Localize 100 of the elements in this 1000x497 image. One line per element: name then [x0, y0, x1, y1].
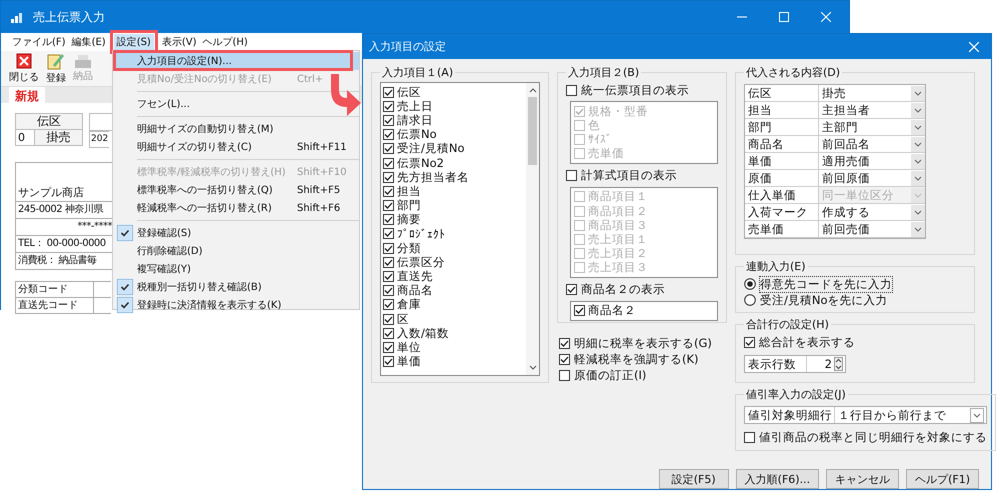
- radio-button[interactable]: [744, 278, 756, 290]
- scrollbar[interactable]: [526, 83, 539, 375]
- scroll-down-icon[interactable]: [528, 365, 536, 370]
- checkbox-option[interactable]: 総合計を表示する: [744, 334, 966, 350]
- menu-item[interactable]: 表示(V): [158, 34, 200, 50]
- list-item[interactable]: 入数/箱数: [383, 326, 524, 340]
- checkbox[interactable]: [383, 86, 394, 98]
- checkbox[interactable]: [383, 228, 394, 240]
- checkbox[interactable]: [383, 214, 394, 226]
- dialog-button[interactable]: キャンセル: [826, 469, 900, 489]
- menu-item[interactable]: 明細サイズの切り替え(C) Shift+F11: [113, 138, 351, 156]
- list-item[interactable]: 先方担当者名: [383, 170, 524, 184]
- dialog-button[interactable]: 入力順(F6)...: [736, 469, 820, 489]
- list-item[interactable]: 分類: [383, 241, 524, 256]
- menu-item[interactable]: 標準税率への一括切り替え(Q) Shift+F5: [113, 181, 344, 199]
- checkbox[interactable]: [574, 262, 585, 274]
- checkbox[interactable]: [566, 84, 577, 96]
- dropdown[interactable]: 前回売価: [819, 221, 925, 237]
- radio-option[interactable]: 得意先コードを先に入力: [744, 276, 966, 292]
- checkbox[interactable]: [383, 100, 394, 112]
- list-item[interactable]: 直送先: [383, 269, 524, 284]
- checkbox[interactable]: [383, 186, 394, 197]
- menu-item[interactable]: 登録時に決済情報を表示する(K): [113, 296, 282, 314]
- dropdown[interactable]: 作成する: [819, 204, 925, 220]
- dropdown[interactable]: 前回原価: [819, 170, 925, 186]
- checkbox[interactable]: [574, 191, 585, 202]
- checkbox[interactable]: [574, 134, 585, 145]
- list-item[interactable]: 部門: [383, 198, 524, 213]
- checkbox-option[interactable]: 値引商品の税率と同じ明細行を対象にする: [744, 429, 987, 445]
- dropdown[interactable]: 主部門: [819, 119, 925, 135]
- list-item[interactable]: 伝票区分: [383, 255, 524, 270]
- number-spinner[interactable]: 2: [807, 356, 845, 372]
- list-item[interactable]: 担当: [383, 184, 524, 198]
- checkbox[interactable]: [383, 129, 394, 140]
- dropdown[interactable]: 適用売価: [819, 153, 925, 169]
- list-item[interactable]: 単価: [383, 354, 524, 369]
- checkbox[interactable]: [559, 338, 570, 348]
- checkbox-option[interactable]: 計算式項目の表示: [566, 168, 718, 184]
- close-icon[interactable]: [969, 42, 979, 52]
- list-item[interactable]: 伝票No: [383, 128, 524, 142]
- list-item[interactable]: 売上日: [383, 99, 524, 114]
- menu-item[interactable]: 行削除確認(D): [113, 242, 203, 260]
- checkbox[interactable]: [574, 206, 585, 217]
- checkbox[interactable]: [383, 242, 394, 254]
- list-item[interactable]: 区: [383, 312, 524, 326]
- checkbox[interactable]: [574, 120, 585, 131]
- checkbox[interactable]: [574, 248, 585, 260]
- checkbox[interactable]: [383, 256, 394, 268]
- checkbox[interactable]: [566, 284, 577, 296]
- checkbox[interactable]: [574, 305, 585, 316]
- date-field[interactable]: 202: [89, 131, 109, 148]
- radio-button[interactable]: [744, 294, 756, 306]
- menu-item[interactable]: 設定(S): [114, 34, 154, 50]
- checkbox-option[interactable]: 原価の訂正(I): [559, 367, 727, 383]
- checkbox[interactable]: [383, 314, 394, 325]
- menu-item[interactable]: フセン(L)...: [113, 95, 190, 113]
- maximize-icon[interactable]: [779, 12, 789, 22]
- list-item[interactable]: 摘要: [383, 212, 524, 227]
- checkbox[interactable]: [383, 114, 394, 126]
- menu-item[interactable]: 明細サイズの自動切り替え(M): [113, 120, 274, 138]
- toolbar-button[interactable]: 閉じる: [9, 53, 39, 84]
- toolbar-button[interactable]: 登録: [46, 52, 66, 85]
- checkbox[interactable]: [383, 328, 394, 339]
- checkbox[interactable]: [744, 432, 755, 442]
- checkbox[interactable]: [574, 148, 585, 160]
- list-item[interactable]: 商品名: [383, 284, 524, 298]
- menu-item[interactable]: ファイル(F): [9, 34, 69, 50]
- checkbox[interactable]: [383, 299, 394, 310]
- checkbox[interactable]: [383, 285, 394, 296]
- list-item[interactable]: 商品名２: [574, 304, 714, 318]
- checkbox[interactable]: [383, 158, 394, 169]
- checkbox[interactable]: [574, 234, 585, 245]
- list-item[interactable]: 伝区: [383, 85, 524, 100]
- dialog-button[interactable]: 設定(F5): [658, 469, 729, 489]
- checkbox-option[interactable]: 商品名２の表示: [566, 282, 718, 298]
- dialog-button[interactable]: ヘルプ(F1): [906, 469, 979, 489]
- checkbox[interactable]: [566, 170, 577, 182]
- menu-item[interactable]: 税種別一括切り替え確認(B): [113, 278, 262, 296]
- dropdown[interactable]: 前回品名: [819, 136, 925, 152]
- checkbox[interactable]: [383, 271, 394, 282]
- list-item[interactable]: 単位: [383, 340, 524, 355]
- scroll-thumb[interactable]: [528, 97, 537, 165]
- menu-item[interactable]: 登録確認(S): [113, 224, 192, 242]
- checkbox[interactable]: [383, 342, 394, 353]
- checkbox-option[interactable]: 軽減税率を強調する(K): [559, 351, 727, 367]
- menu-item[interactable]: ヘルプ(H): [200, 34, 251, 50]
- checkbox[interactable]: [383, 172, 394, 183]
- menu-item[interactable]: 複写確認(Y): [113, 260, 191, 278]
- list-item[interactable]: 受注/見積No: [383, 142, 524, 156]
- checkbox-option[interactable]: 明細に税率を表示する(G): [559, 335, 727, 351]
- menu-item[interactable]: 編集(E): [68, 34, 109, 50]
- dropdown[interactable]: １行目から前行まで: [835, 407, 986, 423]
- checkbox[interactable]: [574, 106, 585, 117]
- close-icon[interactable]: [821, 12, 831, 22]
- radio-option[interactable]: 受注/見積Noを先に入力: [744, 292, 966, 308]
- checkbox[interactable]: [574, 220, 585, 231]
- list-item[interactable]: ﾌﾟﾛｼﾞｪｸﾄ: [383, 226, 524, 242]
- checkbox[interactable]: [383, 143, 394, 154]
- list-item[interactable]: 倉庫: [383, 298, 524, 312]
- checkbox[interactable]: [559, 370, 570, 380]
